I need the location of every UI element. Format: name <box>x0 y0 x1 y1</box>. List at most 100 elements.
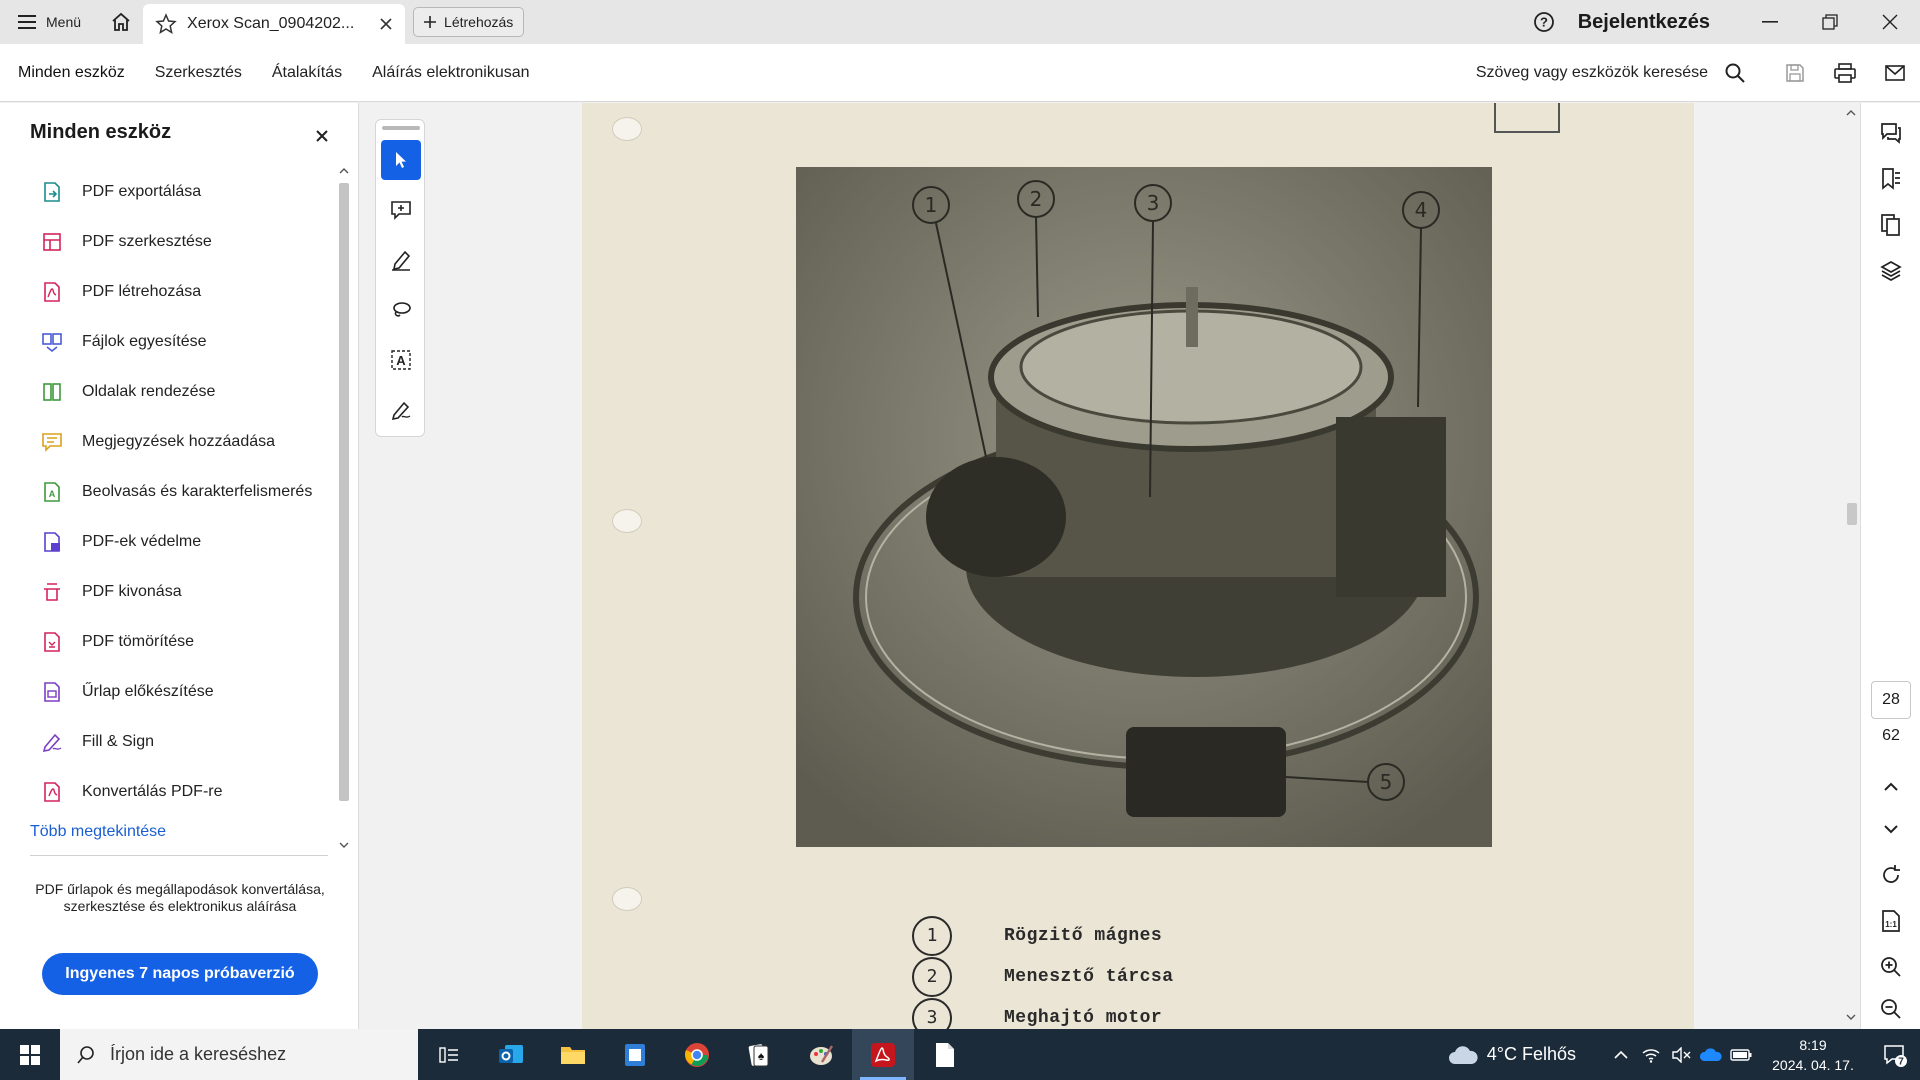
battery-button[interactable] <box>1726 1048 1756 1061</box>
clock[interactable]: 8:19 2024. 04. 17. <box>1770 1035 1856 1075</box>
tool-item-edit-pdf[interactable]: PDF szerkesztése <box>40 217 330 267</box>
search-tools-label[interactable]: Szöveg vagy eszközök keresése <box>1476 64 1708 82</box>
scroll-down-icon[interactable] <box>1846 1013 1856 1021</box>
print-button[interactable] <box>1820 44 1870 102</box>
tool-item-fill-sign[interactable]: Fill & Sign <box>40 717 330 767</box>
quick-tools-toolbar: A <box>375 119 425 437</box>
volume-button[interactable] <box>1666 1046 1696 1063</box>
tool-item-compress-pdf[interactable]: PDF tömörítése <box>40 617 330 667</box>
toolbar-grip[interactable] <box>382 126 420 130</box>
see-more-link[interactable]: Több megtekintése <box>30 823 166 841</box>
tool-item-organize-pages[interactable]: Oldalak rendezése <box>40 367 330 417</box>
tool-item-label: Űrlap előkészítése <box>82 683 214 700</box>
onedrive-cloud-icon <box>1699 1047 1722 1061</box>
layers-panel-button[interactable] <box>1877 257 1905 285</box>
free-trial-button[interactable]: Ingyenes 7 napos próbaverzió <box>42 953 318 995</box>
document-tab[interactable]: Xerox Scan_0904202... <box>143 4 406 44</box>
battery-icon <box>1730 1048 1752 1061</box>
pages-panel-button[interactable] <box>1877 211 1905 239</box>
search-button[interactable] <box>1720 44 1750 102</box>
bookmarks-panel-button[interactable] <box>1877 165 1905 193</box>
cloud-icon <box>1448 1045 1478 1064</box>
create-button[interactable]: Létrehozás <box>413 7 525 37</box>
show-hidden-icons-button[interactable] <box>1606 1050 1636 1060</box>
email-button[interactable] <box>1870 44 1920 102</box>
save-button[interactable] <box>1770 44 1820 102</box>
save-icon <box>1786 64 1804 82</box>
menu-edit[interactable]: Szerkesztés <box>140 44 257 102</box>
close-window-button[interactable] <box>1860 0 1920 44</box>
legend-item: 3 Meghajtó motor <box>912 997 1174 1029</box>
document-scrollbar[interactable] <box>1842 103 1860 1029</box>
notifications-button[interactable]: 7 <box>1870 1043 1920 1067</box>
rotate-button[interactable] <box>1877 861 1905 889</box>
scroll-down-icon[interactable] <box>339 841 349 849</box>
menu-right-tools: Szöveg vagy eszközök keresése <box>1476 44 1920 102</box>
chevron-down-icon <box>1884 825 1898 834</box>
fit-page-button[interactable]: 1:1 <box>1877 907 1905 935</box>
zoom-out-button[interactable] <box>1877 995 1905 1023</box>
svg-text:A: A <box>49 489 56 499</box>
tool-item-create-pdf[interactable]: PDF létrehozása <box>40 267 330 317</box>
file-icon <box>936 1042 954 1067</box>
tool-item-convert-pdf[interactable]: Konvertálás PDF-re <box>40 767 330 817</box>
minimize-button[interactable] <box>1740 0 1800 44</box>
star-icon[interactable] <box>155 13 177 35</box>
sign-tool-button[interactable] <box>381 390 421 430</box>
task-view-button[interactable] <box>418 1029 480 1080</box>
menu-esign[interactable]: Aláírás elektronikusan <box>357 44 544 102</box>
all-tools-panel: Minden eszköz PDF exportálása PDF szerkes… <box>0 103 359 1029</box>
file-explorer-app[interactable] <box>542 1029 604 1080</box>
chrome-app[interactable] <box>666 1029 728 1080</box>
highlighter-icon <box>392 250 411 271</box>
network-button[interactable] <box>1636 1047 1666 1063</box>
previous-page-button[interactable] <box>1877 773 1905 801</box>
acrobat-app[interactable] <box>852 1029 914 1080</box>
highlight-tool-button[interactable] <box>381 240 421 280</box>
tool-item-export-pdf[interactable]: PDF exportálása <box>40 167 330 217</box>
onedrive-button[interactable] <box>1696 1047 1726 1062</box>
signin-button[interactable]: Bejelentkezés <box>1564 11 1740 34</box>
windows-taskbar: Írjon ide a kereséshez ♠ 4°C Felhős 8:19… <box>0 1029 1920 1080</box>
draw-tool-button[interactable] <box>381 290 421 330</box>
tool-item-comment[interactable]: Megjegyzések hozzáadása <box>40 417 330 467</box>
current-page-input[interactable]: 28 <box>1871 681 1911 719</box>
outlook-app[interactable] <box>480 1029 542 1080</box>
zoom-in-button[interactable] <box>1877 953 1905 981</box>
zoom-in-icon <box>1881 957 1901 977</box>
menu-convert[interactable]: Átalakítás <box>257 44 357 102</box>
close-panel-button[interactable] <box>316 125 328 148</box>
tool-item-scan-ocr[interactable]: A Beolvasás és karakterfelismerés <box>40 467 330 517</box>
weather-widget[interactable]: 4°C Felhős <box>1447 1044 1576 1066</box>
start-button[interactable] <box>0 1029 60 1080</box>
home-button[interactable] <box>99 0 143 44</box>
remote-desktop-app[interactable] <box>604 1029 666 1080</box>
close-tab-icon[interactable] <box>379 17 393 31</box>
tool-item-combine-files[interactable]: Fájlok egyesítése <box>40 317 330 367</box>
menu-button[interactable]: Menü <box>0 0 99 44</box>
taskbar-search[interactable]: Írjon ide a kereséshez <box>60 1029 418 1080</box>
scroll-up-icon[interactable] <box>339 167 349 175</box>
text-tool-button[interactable]: A <box>381 340 421 380</box>
help-button[interactable]: ? <box>1524 11 1564 33</box>
blank-document-app[interactable] <box>914 1029 976 1080</box>
comment-tool-button[interactable] <box>381 190 421 230</box>
restore-button[interactable] <box>1800 0 1860 44</box>
select-tool-button[interactable] <box>381 140 421 180</box>
tool-item-protect-pdf[interactable]: PDF-ek védelme <box>40 517 330 567</box>
comments-panel-button[interactable] <box>1877 119 1905 147</box>
document-scroll-thumb[interactable] <box>1847 503 1857 525</box>
next-page-button[interactable] <box>1877 815 1905 843</box>
solitaire-app[interactable]: ♠ <box>728 1029 790 1080</box>
document-viewer[interactable]: 1 2 3 4 5 1 Rögzitő mágnes 2 Menesztő tá… <box>572 103 1860 1029</box>
print-icon <box>1834 63 1856 83</box>
panel-scrollbar[interactable] <box>336 163 352 853</box>
tool-item-prepare-form[interactable]: Űrlap előkészítése <box>40 667 330 717</box>
tab-title: Xerox Scan_0904202... <box>187 15 355 32</box>
paint-app[interactable] <box>790 1029 852 1080</box>
panel-scroll-thumb[interactable] <box>339 183 349 801</box>
menu-all-tools[interactable]: Minden eszköz <box>0 44 140 102</box>
scroll-up-icon[interactable] <box>1846 109 1856 117</box>
tool-item-redact-pdf[interactable]: PDF kivonása <box>40 567 330 617</box>
photo-callout: 1 <box>925 193 938 217</box>
